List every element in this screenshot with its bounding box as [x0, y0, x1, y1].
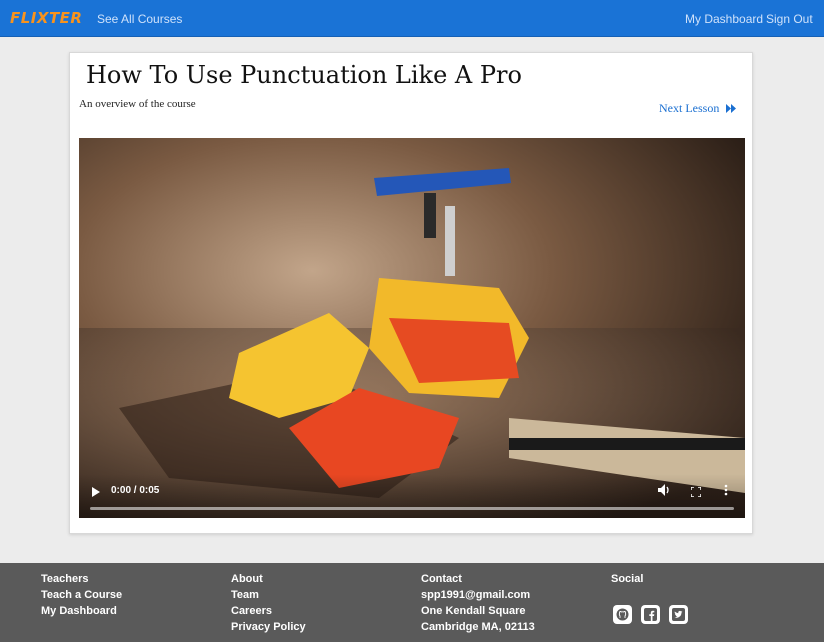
footer-careers-link[interactable]: Careers — [231, 603, 306, 619]
more-options-icon[interactable] — [724, 483, 728, 501]
footer-about-heading: About — [231, 573, 263, 585]
brand-logo[interactable]: FLIXTER — [10, 9, 82, 27]
fast-forward-icon — [726, 104, 737, 113]
footer-my-dashboard-link[interactable]: My Dashboard — [41, 603, 122, 619]
video-progress-bar[interactable] — [90, 507, 734, 510]
next-lesson-link[interactable]: Next Lesson — [659, 101, 737, 116]
next-lesson-label: Next Lesson — [659, 101, 720, 115]
footer-teachers-column: Teachers Teach a Course My Dashboard — [41, 571, 122, 619]
footer-address-line2: Cambridge MA, 02113 — [421, 621, 535, 633]
footer-teach-a-course-link[interactable]: Teach a Course — [41, 587, 122, 603]
footer-privacy-policy-link[interactable]: Privacy Policy — [231, 619, 306, 635]
volume-icon[interactable] — [658, 483, 671, 501]
see-all-courses-link[interactable]: See All Courses — [97, 12, 182, 26]
lesson-card: How To Use Punctuation Like A Pro An ove… — [69, 52, 753, 534]
social-icons — [613, 605, 688, 624]
video-player[interactable]: 0:00 / 0:05 — [79, 138, 745, 518]
footer-email-link[interactable]: spp1991@gmail.com — [421, 587, 535, 603]
course-subtitle: An overview of the course — [79, 98, 196, 110]
github-icon[interactable] — [613, 605, 632, 624]
time-display: 0:00 / 0:05 — [111, 485, 160, 496]
video-frame — [79, 138, 745, 518]
video-controls: 0:00 / 0:05 — [79, 474, 745, 518]
footer-social-column: Social — [611, 571, 643, 587]
my-dashboard-link[interactable]: My Dashboard — [685, 12, 763, 26]
facebook-icon[interactable] — [641, 605, 660, 624]
footer-social-heading: Social — [611, 573, 644, 585]
footer-team-link[interactable]: Team — [231, 587, 306, 603]
play-icon[interactable] — [91, 484, 100, 502]
footer-about-column: About Team Careers Privacy Policy — [231, 571, 306, 635]
footer-address-line1: One Kendall Square — [421, 605, 526, 617]
footer-teachers-heading: Teachers — [41, 573, 89, 585]
footer-contact-heading: Contact — [421, 573, 462, 585]
fullscreen-icon[interactable] — [690, 484, 702, 502]
twitter-icon[interactable] — [669, 605, 688, 624]
footer-contact-column: Contact spp1991@gmail.com One Kendall Sq… — [421, 571, 535, 635]
page-title: How To Use Punctuation Like A Pro — [86, 61, 522, 89]
top-navbar: FLIXTER See All Courses My Dashboard Sig… — [0, 0, 824, 37]
site-footer: Teachers Teach a Course My Dashboard Abo… — [0, 563, 824, 642]
sign-out-link[interactable]: Sign Out — [766, 12, 813, 26]
